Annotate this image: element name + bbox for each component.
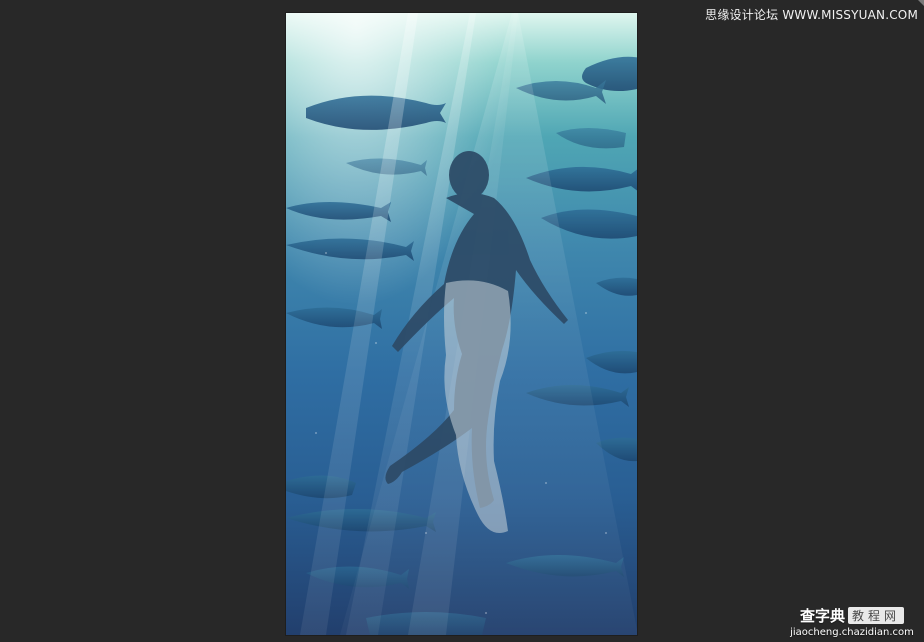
watermark-bottom-right: 查字典 教程网 jiaocheng.chazidian.com [788, 605, 916, 638]
panel-corner-marker [918, 0, 924, 6]
artwork-illustration [286, 13, 637, 635]
watermark-site-tag: 教程网 [848, 607, 905, 624]
watermark-url: jiaocheng.chazidian.com [790, 627, 914, 638]
watermark-top-right: 思缘设计论坛 WWW.MISSYUAN.COM [705, 8, 918, 22]
document-canvas-area: 思缘设计论坛 WWW.MISSYUAN.COM 查字典 教程网 jiaochen… [0, 0, 924, 642]
artwork-image [286, 13, 637, 635]
watermark-logo-row: 查字典 教程网 [788, 605, 916, 626]
watermark-site-name: 查字典 [799, 607, 845, 625]
